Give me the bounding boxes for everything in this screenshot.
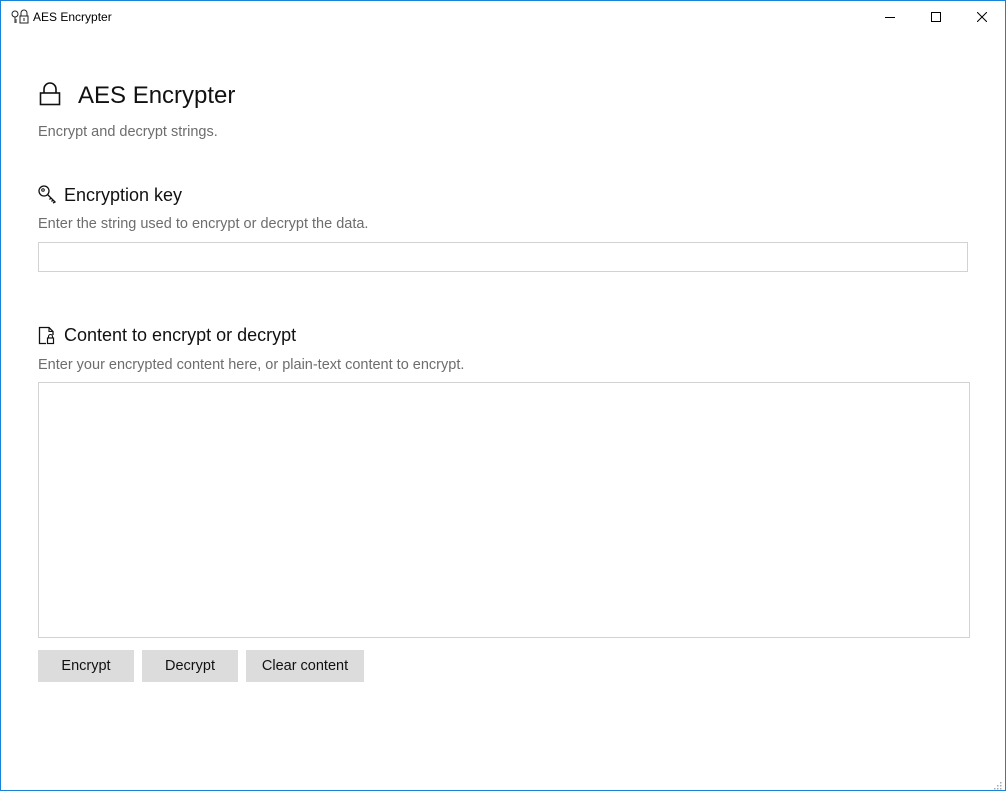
title-bar[interactable]: AES Encrypter	[1, 1, 1005, 32]
page-title: AES Encrypter	[78, 82, 236, 109]
close-button[interactable]	[959, 1, 1005, 32]
clear-content-button[interactable]: Clear content	[246, 650, 364, 682]
maximize-button[interactable]	[913, 1, 959, 32]
key-lock-icon	[11, 9, 29, 25]
resize-grip-icon[interactable]	[992, 777, 1002, 790]
maximize-icon	[931, 11, 941, 22]
encrypt-button[interactable]: Encrypt	[38, 650, 134, 682]
content-section-title: Content to encrypt or decrypt	[64, 325, 297, 345]
key-icon	[38, 185, 57, 208]
document-lock-icon	[38, 326, 56, 349]
key-section-title: Encryption key	[64, 185, 183, 205]
window-title: AES Encrypter	[33, 10, 112, 24]
content-section-description: Enter your encrypted content here, or pl…	[38, 357, 465, 373]
close-icon	[977, 11, 987, 22]
minimize-button[interactable]	[867, 1, 913, 32]
key-section-description: Enter the string used to encrypt or decr…	[38, 216, 369, 232]
content-textarea[interactable]	[38, 382, 970, 638]
encryption-key-input[interactable]	[38, 242, 968, 272]
minimize-icon	[885, 12, 895, 22]
page-subtitle: Encrypt and decrypt strings.	[38, 124, 218, 140]
app-window: AES Encrypter AES Encrypter Encrypt and …	[0, 0, 1006, 791]
lock-icon	[39, 82, 61, 110]
decrypt-button[interactable]: Decrypt	[142, 650, 238, 682]
